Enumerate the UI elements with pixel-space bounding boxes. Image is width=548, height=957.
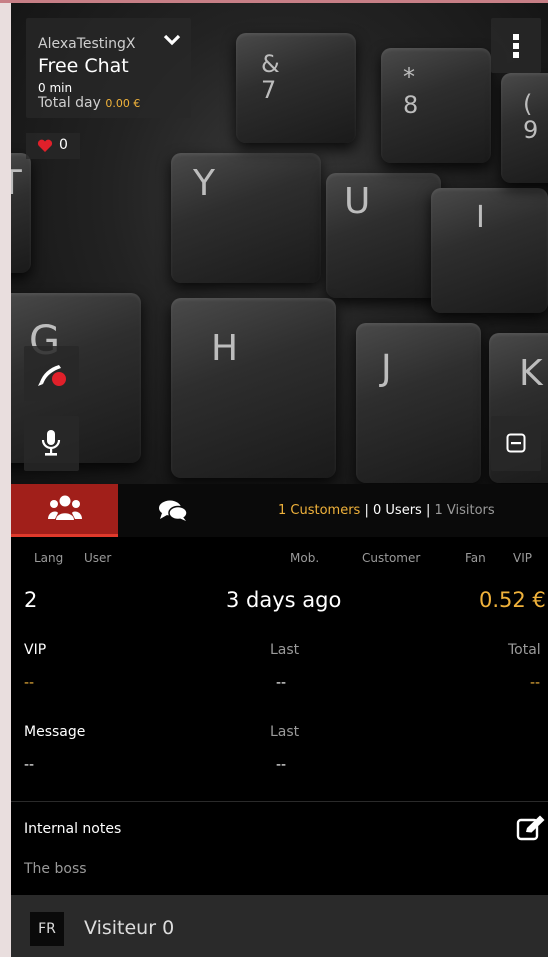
keyboard-key: H [171,298,336,478]
keyboard-key: J [356,323,481,483]
lang-value: 2 [24,588,38,612]
total-day-value: 0.00 € [105,97,141,110]
chat-type-title: Free Chat [38,55,129,77]
internal-notes-title: Internal notes [24,821,122,837]
likes-badge [26,133,80,159]
vip-total-label: Total [508,642,541,658]
header-vip: VIP [513,551,532,565]
language-badge: FR [30,912,64,946]
more-vert-icon [513,34,519,58]
last-seen-value: 3 days ago [226,588,342,612]
message-label: Message [24,724,86,740]
vip-last-label: Last [270,642,300,658]
tab-users[interactable] [11,484,118,537]
amount-value: 0.52 € [479,588,546,612]
vip-total-value: -- [530,675,541,691]
camera-off-icon [38,365,66,386]
visitors-count[interactable]: 1 Visitors [434,503,494,518]
message-last-value: -- [276,757,287,773]
keyboard-key: T [11,153,31,273]
header-fan: Fan [465,551,486,565]
comments-icon [159,500,188,521]
header-user: User [84,551,112,565]
mic-toggle-button[interactable] [24,416,79,471]
chat-duration: 0 min [38,81,73,95]
total-day-label: Total day [38,95,101,111]
username: AlexaTestingX [38,36,136,52]
minimize-button[interactable] [491,416,541,471]
edit-icon[interactable] [516,815,546,841]
more-menu-button[interactable] [491,18,541,73]
audience-counts: 1 Customers | 0 Users | 1 Visitors [278,503,495,518]
likes-count: 0 [59,137,68,153]
keyboard-key: (9 [501,73,548,183]
count-separator: | [364,503,369,518]
keyboard-key: I [431,188,548,313]
divider [11,801,548,802]
keyboard-key: Y [171,153,321,283]
users-count[interactable]: 0 Users [373,503,422,518]
header-customer: Customer [362,551,421,565]
message-last-label: Last [270,724,300,740]
header-mob: Mob. [290,551,320,565]
mic-icon [41,430,61,456]
visitor-name: Visiteur 0 [84,917,175,939]
total-day: Total day 0.00 € [38,95,140,111]
left-edge [0,0,11,957]
message-value: -- [24,757,35,773]
customers-count[interactable]: 1 Customers [278,503,360,518]
camera-toggle-button[interactable] [24,346,79,401]
tab-chat[interactable] [118,484,225,537]
minimize-icon [506,433,526,453]
internal-notes-text[interactable]: The boss [24,861,87,877]
keyboard-key: & 7 [236,33,356,143]
users-icon [48,495,82,520]
keyboard-key: * 8 [381,48,491,163]
vip-value: -- [24,675,35,691]
app-frame: Y U I H J K G & 7 * 8 (9 T AlexaTestingX F… [0,0,548,957]
vip-last-value: -- [276,675,287,691]
vip-label: VIP [24,642,47,658]
header-lang: Lang [34,551,64,565]
heart-icon [37,139,53,152]
count-separator: | [425,503,431,518]
chevron-down-icon[interactable] [162,32,182,48]
keyboard-key: U [326,173,441,298]
